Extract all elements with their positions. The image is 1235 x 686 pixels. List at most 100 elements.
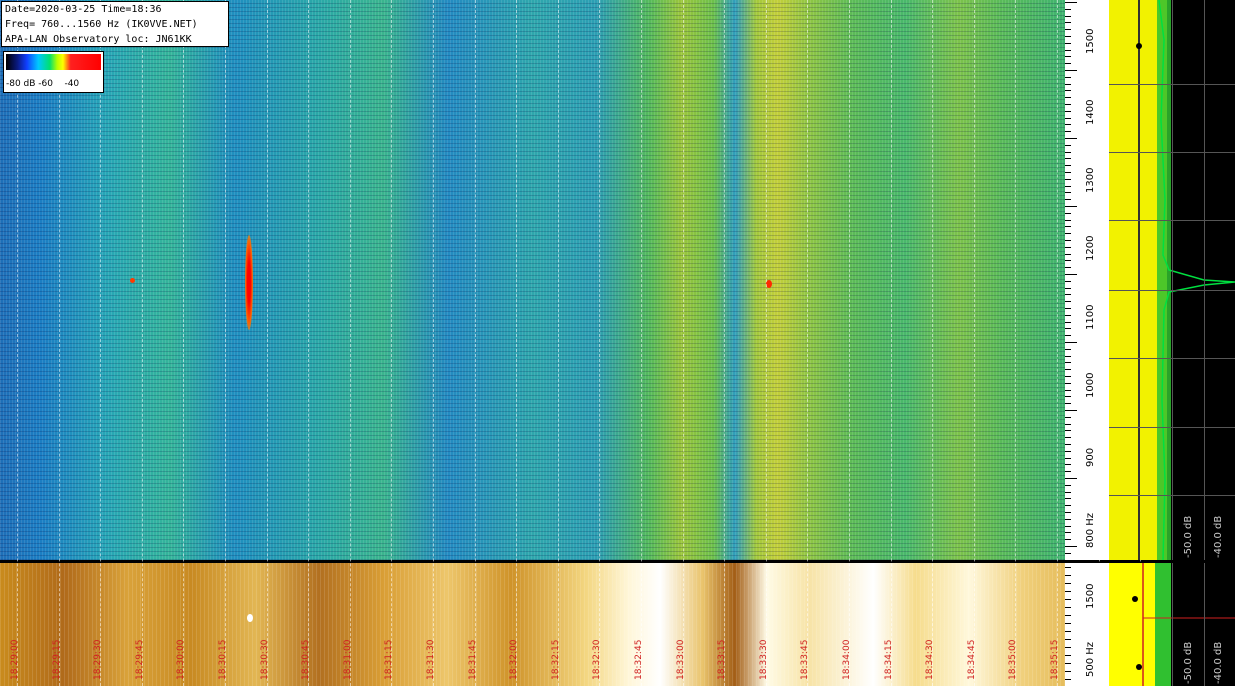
colorbar-gradient xyxy=(6,54,101,70)
freq-tick xyxy=(1065,206,1077,207)
time-label: 18:31:15 xyxy=(384,639,394,680)
freq-tick xyxy=(1065,560,1071,561)
freq-label: 1400 xyxy=(1085,99,1096,125)
echo-dot-lower xyxy=(247,614,253,622)
freq-tick xyxy=(1065,458,1071,459)
freq-tick xyxy=(1065,2,1077,3)
freq-tick xyxy=(1065,158,1071,159)
freq-label: 1500 xyxy=(1085,28,1096,54)
freq-tick xyxy=(1065,424,1071,425)
freq-tick xyxy=(1065,335,1071,336)
freq-tick xyxy=(1065,70,1077,71)
freq-tick xyxy=(1065,301,1071,302)
time-gridline xyxy=(59,0,60,686)
time-gridline xyxy=(766,0,767,686)
freq-tick xyxy=(1065,505,1071,506)
time-label: 18:30:00 xyxy=(176,639,186,680)
spectrum-lower-marker xyxy=(1132,596,1138,602)
freq-label-lower: 1500 xyxy=(1085,583,1096,609)
time-label: 18:33:30 xyxy=(759,639,769,680)
time-gridline xyxy=(724,0,725,686)
freq-tick xyxy=(1065,267,1071,268)
freq-tick xyxy=(1065,165,1071,166)
freq-tick xyxy=(1065,430,1071,431)
freq-tick xyxy=(1065,186,1071,187)
time-label: 18:29:45 xyxy=(135,639,145,680)
time-gridline xyxy=(308,0,309,686)
time-gridline xyxy=(974,0,975,686)
time-gridline xyxy=(516,0,517,686)
spectrum-panel: -50.0 dB -40.0 dB xyxy=(1109,0,1235,560)
time-label: 18:33:00 xyxy=(676,639,686,680)
freq-tick xyxy=(1065,288,1071,289)
time-label: 18:34:30 xyxy=(925,639,935,680)
spectrum-lower-gridline xyxy=(1204,563,1205,686)
freq-tick xyxy=(1065,226,1071,227)
spectrum-gridline xyxy=(1109,84,1235,85)
freq-tick xyxy=(1065,390,1071,391)
time-gridline xyxy=(1057,0,1058,686)
time-gridline xyxy=(142,0,143,686)
freq-tick xyxy=(1065,90,1071,91)
freq-tick-lower xyxy=(1065,631,1071,632)
freq-tick xyxy=(1065,546,1077,547)
spectrum-gridline xyxy=(1109,358,1235,359)
echo-dot xyxy=(130,278,135,283)
time-label: 18:33:15 xyxy=(717,639,727,680)
db-label-lower: -40.0 dB xyxy=(1213,641,1224,684)
freq-tick xyxy=(1065,417,1071,418)
time-gridline xyxy=(350,0,351,686)
freq-tick xyxy=(1065,29,1071,30)
freq-label: 1100 xyxy=(1085,304,1096,330)
time-gridline xyxy=(433,0,434,686)
time-label: 18:34:00 xyxy=(842,639,852,680)
time-gridline xyxy=(558,0,559,686)
freq-tick-lower xyxy=(1065,671,1071,672)
time-label: 18:29:00 xyxy=(10,639,20,680)
freq-label: 800 Hz xyxy=(1085,512,1096,548)
spectrum-lower-marker xyxy=(1136,664,1142,670)
spectrum-lower-fill xyxy=(1109,563,1157,686)
freq-tick xyxy=(1065,342,1077,343)
freq-tick-lower xyxy=(1065,679,1071,680)
freq-tick xyxy=(1065,56,1071,57)
freq-tick xyxy=(1065,240,1071,241)
colorbar-labels: -80 dB -60 -40 xyxy=(6,79,80,89)
freq-tick xyxy=(1065,328,1071,329)
freq-tick xyxy=(1065,111,1071,112)
freq-tick xyxy=(1065,84,1071,85)
freq-tick xyxy=(1065,16,1071,17)
time-label: 18:32:00 xyxy=(509,639,519,680)
frequency-axis: 1500 1400 1300 1200 1100 1000 900 800 Hz xyxy=(1065,0,1109,561)
freq-tick xyxy=(1065,179,1071,180)
time-label: 18:34:15 xyxy=(884,639,894,680)
freq-tick xyxy=(1065,322,1071,323)
freq-tick xyxy=(1065,152,1071,153)
freq-tick xyxy=(1065,36,1071,37)
time-label: 18:29:30 xyxy=(93,639,103,680)
frequency-axis-lower: 1500 500 Hz xyxy=(1065,563,1109,686)
freq-tick xyxy=(1065,9,1071,10)
freq-tick xyxy=(1065,233,1071,234)
time-gridline xyxy=(100,0,101,686)
freq-tick-lower xyxy=(1065,599,1071,600)
freq-tick xyxy=(1065,485,1071,486)
freq-tick-lower xyxy=(1065,607,1071,608)
freq-tick xyxy=(1065,444,1071,445)
time-label: 18:29:15 xyxy=(52,639,62,680)
time-gridline xyxy=(183,0,184,686)
freq-tick xyxy=(1065,260,1071,261)
spectrum-gridline xyxy=(1109,495,1235,496)
freq-tick xyxy=(1065,410,1077,411)
freq-tick xyxy=(1065,451,1071,452)
db-label: -50.0 dB xyxy=(1183,515,1194,558)
freq-tick xyxy=(1065,199,1071,200)
freq-tick-lower xyxy=(1065,583,1071,584)
time-gridline xyxy=(225,0,226,686)
freq-tick xyxy=(1065,118,1071,119)
freq-tick xyxy=(1065,192,1071,193)
freq-tick-lower xyxy=(1065,591,1071,592)
freq-tick xyxy=(1065,315,1071,316)
freq-tick xyxy=(1065,274,1077,275)
time-gridline xyxy=(641,0,642,686)
